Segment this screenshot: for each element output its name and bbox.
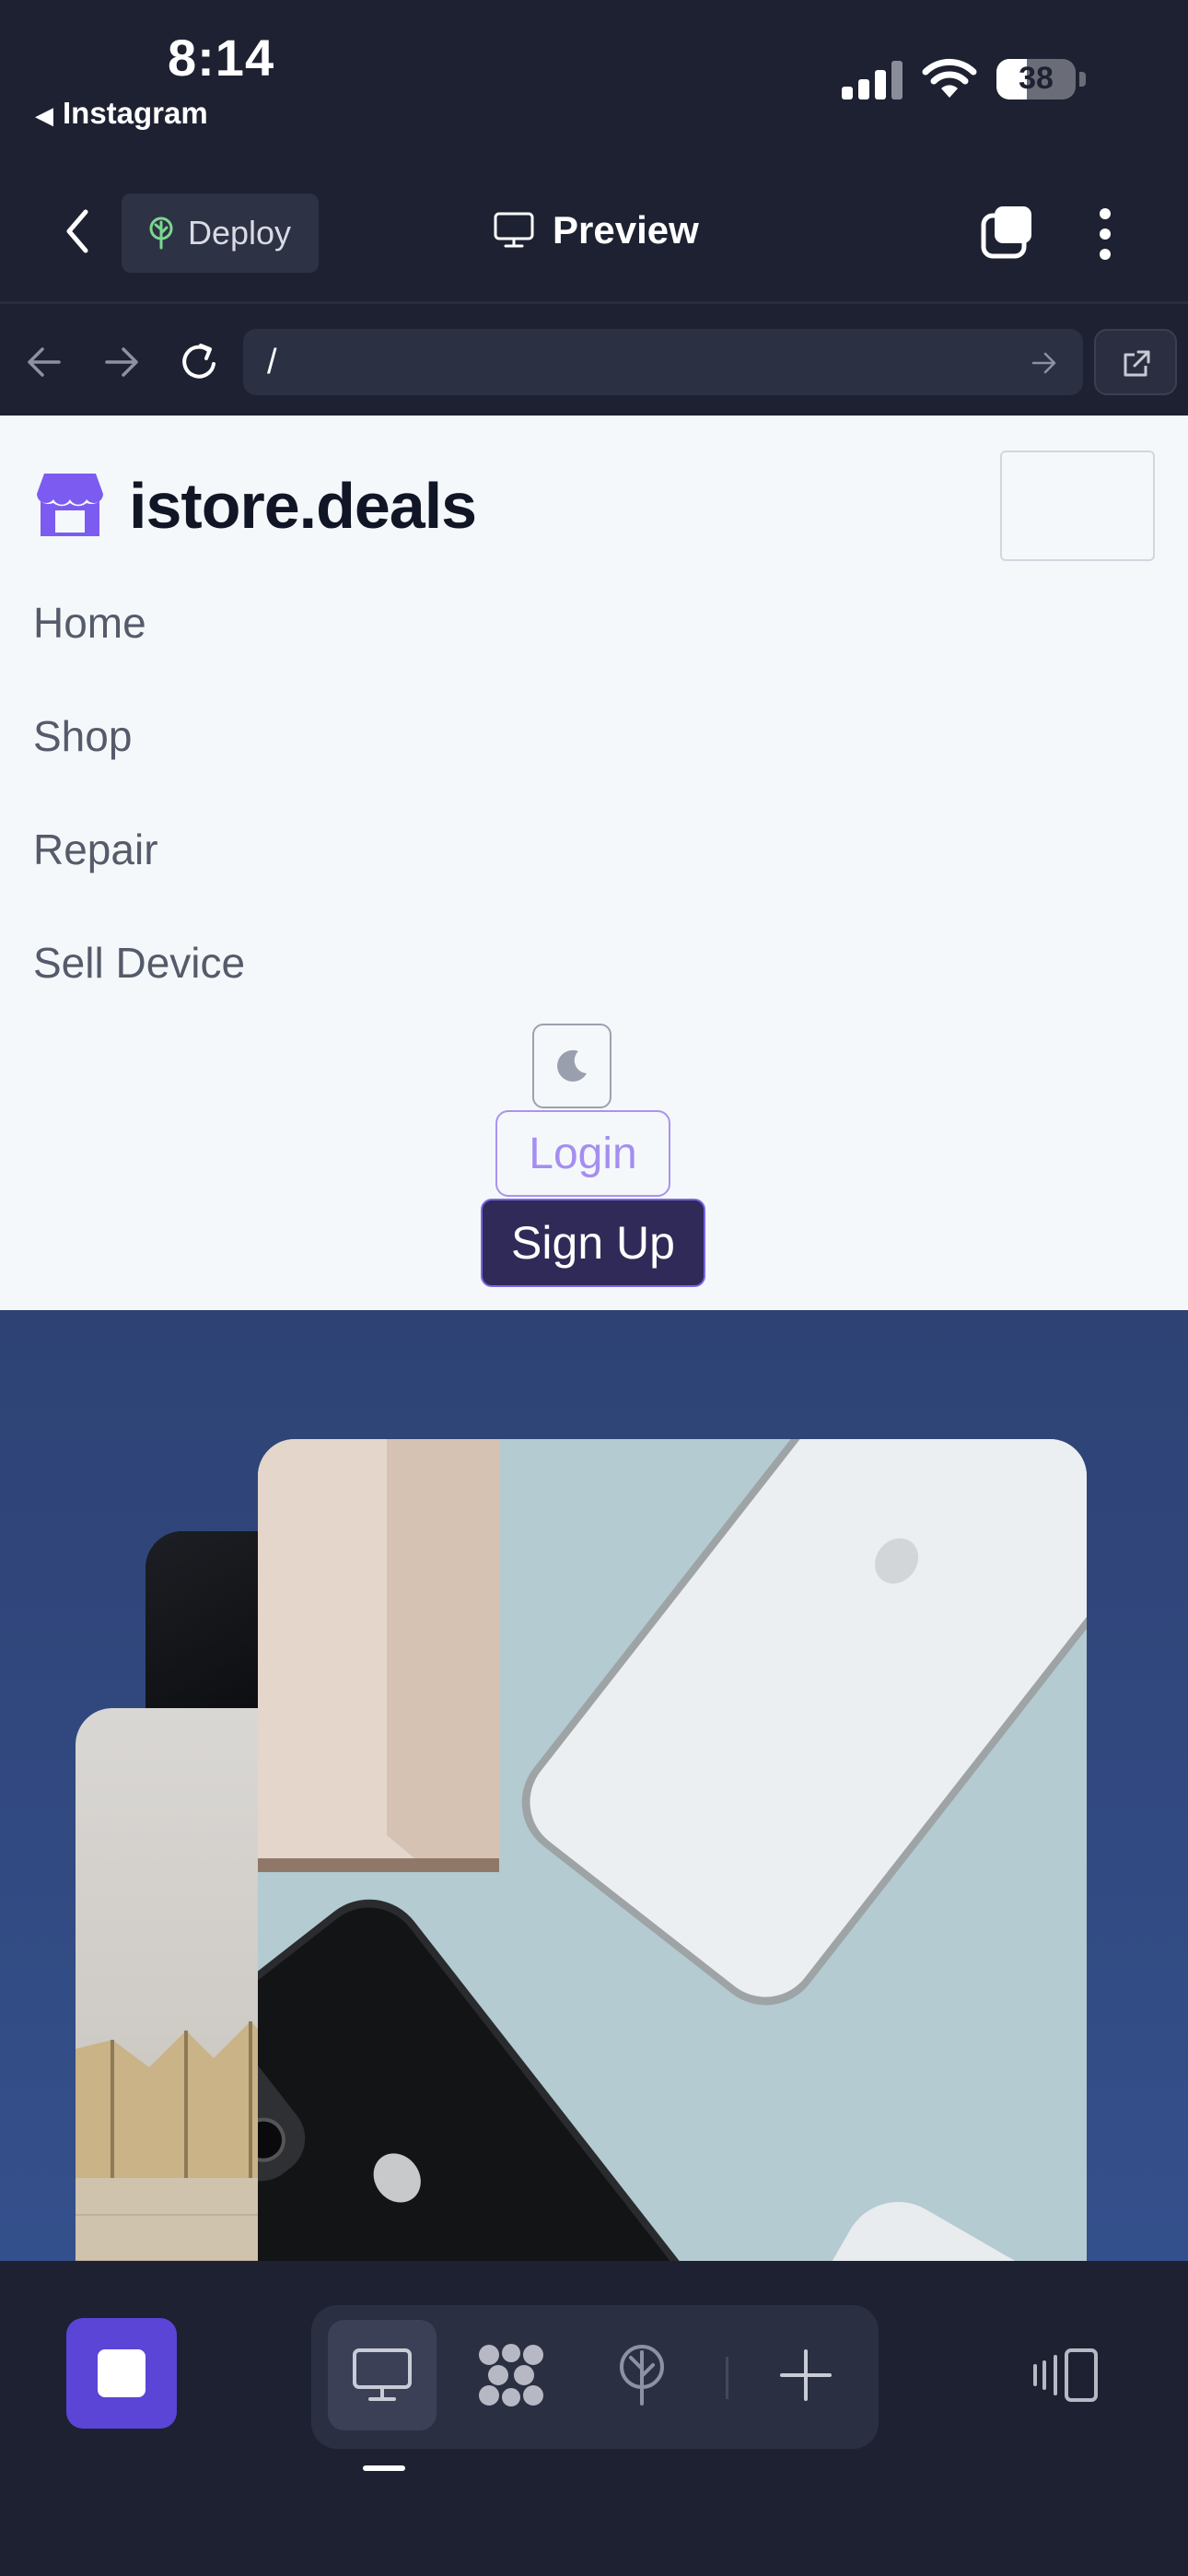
hero-section bbox=[0, 1310, 1188, 2261]
deploy-view-button[interactable] bbox=[588, 2320, 696, 2430]
login-button[interactable]: Login bbox=[495, 1110, 670, 1197]
hero-image-main bbox=[258, 1439, 1087, 2261]
preview-tab[interactable]: Preview bbox=[494, 208, 699, 252]
site-brand[interactable]: istore.deals bbox=[35, 469, 477, 543]
back-triangle-icon: ◀ bbox=[35, 101, 53, 129]
back-chevron-icon[interactable] bbox=[64, 208, 90, 254]
view-switcher-divider bbox=[726, 2357, 728, 2399]
menu-toggle-button[interactable] bbox=[1000, 451, 1155, 561]
signup-button[interactable]: Sign Up bbox=[481, 1199, 705, 1287]
add-button[interactable] bbox=[751, 2320, 860, 2430]
go-arrow-icon[interactable] bbox=[1031, 351, 1057, 375]
cellular-signal-icon bbox=[842, 61, 903, 100]
url-bar: / bbox=[0, 307, 1188, 416]
arrow-left-icon[interactable] bbox=[26, 345, 63, 379]
nav-sell-device[interactable]: Sell Device bbox=[33, 938, 245, 988]
desktop-view-button[interactable] bbox=[328, 2320, 437, 2430]
tabs-icon[interactable] bbox=[980, 205, 1035, 260]
battery-tip bbox=[1079, 72, 1086, 87]
plus-icon bbox=[780, 2349, 832, 2401]
arrow-right-icon[interactable] bbox=[103, 345, 140, 379]
moon-icon bbox=[557, 1049, 587, 1082]
active-view-indicator bbox=[363, 2465, 405, 2471]
device-rotate-icon[interactable] bbox=[1033, 2348, 1100, 2403]
reload-icon[interactable] bbox=[177, 340, 221, 384]
deploy-icon bbox=[620, 2345, 664, 2406]
stop-button[interactable] bbox=[66, 2318, 177, 2429]
back-to-app-link[interactable]: ◀ Instagram bbox=[35, 96, 208, 131]
apps-view-button[interactable] bbox=[457, 2320, 565, 2430]
preview-page: istore.deals Home Shop Repair Sell Devic… bbox=[0, 416, 1188, 1310]
external-link-icon bbox=[1124, 350, 1150, 377]
editor-toolbar: Deploy Preview bbox=[0, 175, 1188, 304]
apps-icon bbox=[479, 2344, 543, 2406]
monitor-icon bbox=[494, 212, 534, 248]
stop-icon bbox=[98, 2349, 146, 2397]
bottom-bar bbox=[0, 2261, 1188, 2576]
view-switcher bbox=[311, 2305, 879, 2449]
deploy-tree-icon bbox=[149, 217, 173, 250]
open-external-button[interactable] bbox=[1094, 329, 1177, 395]
nav-home[interactable]: Home bbox=[33, 598, 146, 648]
theme-toggle-button[interactable] bbox=[532, 1024, 611, 1108]
status-time: 8:14 bbox=[168, 29, 275, 87]
more-vertical-icon[interactable] bbox=[1094, 206, 1116, 262]
preview-label: Preview bbox=[553, 208, 699, 252]
battery-indicator: 38 bbox=[996, 59, 1076, 100]
store-icon bbox=[37, 474, 103, 536]
phones-photo bbox=[258, 1439, 1087, 2261]
status-bar: 8:14 ◀ Instagram 38 bbox=[0, 0, 1188, 175]
nav-repair[interactable]: Repair bbox=[33, 825, 158, 874]
deploy-label: Deploy bbox=[188, 214, 292, 252]
url-input[interactable]: / bbox=[243, 329, 1083, 395]
deploy-button[interactable]: Deploy bbox=[122, 193, 319, 273]
url-path: / bbox=[267, 342, 277, 381]
desktop-icon bbox=[353, 2348, 412, 2401]
battery-percentage: 38 bbox=[1019, 61, 1054, 96]
back-app-label: Instagram bbox=[63, 96, 208, 130]
nav-shop[interactable]: Shop bbox=[33, 711, 132, 761]
wifi-icon bbox=[922, 58, 977, 98]
brand-name: istore.deals bbox=[129, 470, 477, 542]
